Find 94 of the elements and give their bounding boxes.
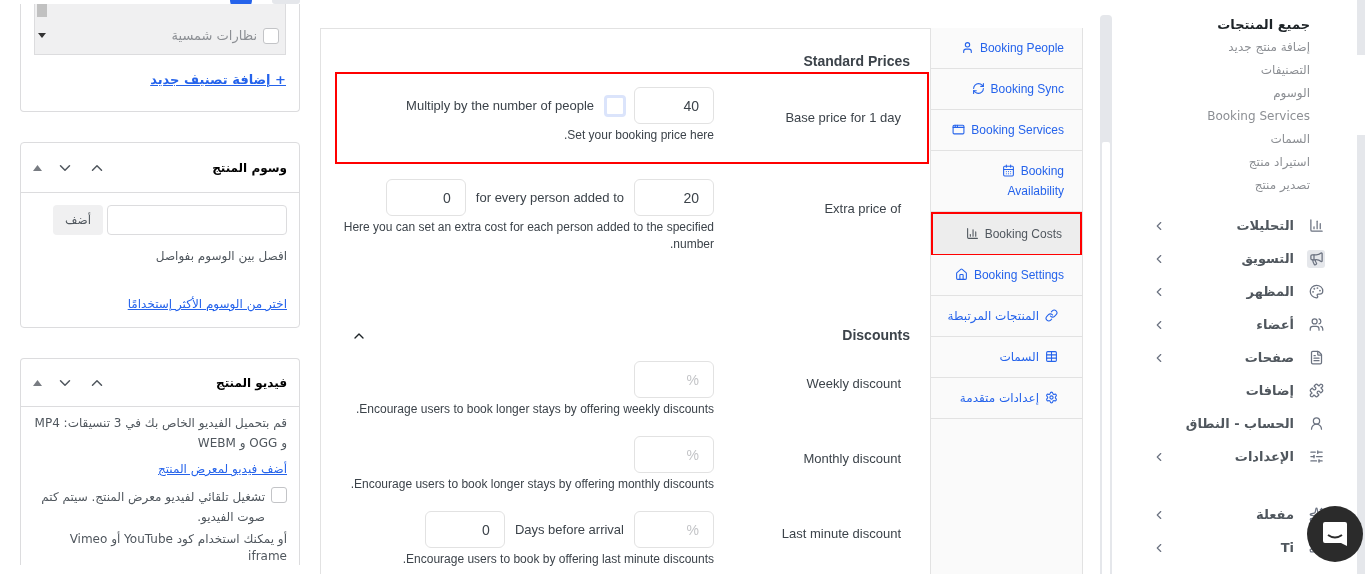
table-icon xyxy=(1045,350,1058,363)
chat-icon xyxy=(1321,520,1349,548)
menu-icon xyxy=(1308,284,1324,299)
number-input-field[interactable]: 0 xyxy=(385,179,466,216)
menu-item[interactable]: التحليلات xyxy=(1112,209,1357,242)
menu-item[interactable]: إضافات xyxy=(1112,374,1357,407)
number-input-field[interactable]: % xyxy=(634,511,714,548)
product-data-tab[interactable]: Booking Services xyxy=(931,110,1082,151)
menu-label: الحساب - النطاق xyxy=(1185,414,1294,433)
refresh-icon xyxy=(971,82,985,95)
panel-title: فيديو المنتج xyxy=(216,374,287,392)
add-category-link[interactable]: + إضافة تصنيف جديد xyxy=(150,72,286,87)
menu-item[interactable]: الإعدادات xyxy=(1112,440,1357,473)
menu-icon xyxy=(1308,416,1324,431)
gear-icon xyxy=(1045,391,1058,404)
house-icon xyxy=(954,268,968,281)
multiply-checkbox[interactable] xyxy=(604,94,626,117)
number-input-field[interactable]: 0 xyxy=(424,511,505,548)
number-input-field[interactable]: % xyxy=(634,361,714,398)
menu-label: التسويق xyxy=(1241,249,1294,268)
panel-title: وسوم المنتج xyxy=(212,159,287,177)
field-hint: Encourage users to book longer stays by offering monthly discounts. xyxy=(350,476,714,493)
menu-label: التحليلات xyxy=(1236,216,1294,235)
product-data-tab[interactable]: إعدادات متقدمة xyxy=(931,378,1082,419)
autoplay-checkbox[interactable] xyxy=(271,487,287,503)
submenu-item[interactable]: استيراد منتج xyxy=(1112,151,1310,174)
product-data-tab[interactable]: المنتجات المرتبطة xyxy=(931,296,1082,337)
add-video-link[interactable]: أضف فيديو لمعرض المنتج xyxy=(33,459,287,479)
menu-label: الإعدادات xyxy=(1234,447,1294,466)
product-data-tab[interactable]: Booking Settings xyxy=(931,255,1082,296)
field-hint: Here you can set an extra cost for each person added to the specified number. xyxy=(342,219,714,253)
person-icon xyxy=(960,41,974,54)
submenu-item[interactable]: Booking Services xyxy=(1112,105,1310,128)
menu-label: Ti xyxy=(1280,538,1294,557)
menu-item[interactable]: صفحات xyxy=(1112,341,1357,374)
triangle-up-icon[interactable] xyxy=(33,379,42,386)
row-label: Weekly discount xyxy=(806,374,901,393)
row-label: Monthly discount xyxy=(803,449,901,468)
category-checkbox[interactable] xyxy=(263,27,279,44)
chat-button[interactable] xyxy=(1307,506,1363,562)
menu-label: إضافات xyxy=(1245,381,1294,400)
product-data-tab[interactable]: السمات xyxy=(931,337,1082,378)
autoplay-label[interactable]: تشغيل تلقائي لفيديو معرض المنتج. سيتم كتم صوت الفيديو. xyxy=(33,487,265,527)
product-data-tab[interactable]: Booking Costs xyxy=(931,212,1082,255)
submenu-item[interactable]: التصنيفات xyxy=(1112,59,1310,82)
tags-hint: افصل بين الوسوم بفواصل xyxy=(154,248,287,265)
field-hint: Encourage users to book longer stays by offering weekly discounts. xyxy=(356,401,714,418)
menu-item[interactable]: الحساب - النطاق xyxy=(1112,407,1357,440)
tag-input-field[interactable] xyxy=(107,205,287,235)
field-hint: Set your booking price here. xyxy=(563,127,714,144)
menu-item[interactable]: التسويق xyxy=(1112,242,1357,275)
bar-chart-icon xyxy=(965,227,979,240)
triangle-up-icon[interactable] xyxy=(33,164,42,171)
caret-down-icon[interactable] xyxy=(38,33,46,38)
scrollbar-thumb[interactable] xyxy=(37,4,47,17)
menu-item[interactable]: أعضاء xyxy=(1112,308,1357,341)
popular-tags-link[interactable]: اختر من الوسوم الأكثر إستخدامًا xyxy=(33,295,287,313)
menu-label: المظهر xyxy=(1246,282,1294,301)
menu-label: أعضاء xyxy=(1256,315,1294,334)
video-description: قم بتحميل الفيديو الخاص بك في 3 تنسيقات: MP4 و OGG و WEBM xyxy=(33,415,287,452)
field-label: Days before arrival xyxy=(513,520,625,539)
submenu-item[interactable]: الوسوم xyxy=(1112,82,1310,105)
embed-note: أو يمكنك استخدام كود YouTube أو Vimeo iframe xyxy=(68,531,287,565)
link-icon xyxy=(1045,309,1058,322)
row-label: Base price for 1 day xyxy=(785,109,901,128)
product-data-tab[interactable]: Booking People xyxy=(931,28,1082,69)
product-data-tab[interactable]: Booking Sync xyxy=(931,69,1082,110)
submenu-item[interactable]: السمات xyxy=(1112,128,1310,151)
number-input-field[interactable]: 20 xyxy=(634,179,714,216)
field-hint: Encourage users to book by offering last minute discounts. xyxy=(402,551,714,568)
menu-label: صفحات xyxy=(1244,348,1294,367)
submenu-item[interactable]: جميع المنتجات xyxy=(1112,13,1310,36)
menu-icon xyxy=(1308,317,1324,332)
menu-label: مفعلة xyxy=(1256,505,1294,524)
number-input-field[interactable]: 40 xyxy=(634,87,714,124)
submenu-item[interactable]: تصدير منتج xyxy=(1112,174,1310,197)
row-label: Extra price of xyxy=(824,200,901,219)
section-heading: Discounts xyxy=(842,326,910,345)
submenu-item[interactable]: إضافة منتج جديد xyxy=(1112,36,1310,59)
field-label: Multiply by the number of people xyxy=(405,96,595,115)
row-label: Last minute discount xyxy=(781,524,901,543)
number-input-field[interactable]: % xyxy=(634,436,714,473)
menu-icon xyxy=(1308,218,1324,233)
menu-item[interactable]: المظهر xyxy=(1112,275,1357,308)
window-icon xyxy=(952,123,966,136)
field-label: for every person added to xyxy=(474,188,625,207)
calendar-icon xyxy=(1001,164,1015,177)
menu-icon xyxy=(1308,251,1324,266)
section-heading: Standard Prices xyxy=(803,52,910,71)
menu-icon xyxy=(1308,383,1324,398)
add-tag-button[interactable]: أضف xyxy=(53,205,103,235)
category-label[interactable]: نظارات شمسية xyxy=(171,26,257,46)
menu-icon xyxy=(1308,350,1324,365)
menu-icon xyxy=(1308,449,1324,464)
